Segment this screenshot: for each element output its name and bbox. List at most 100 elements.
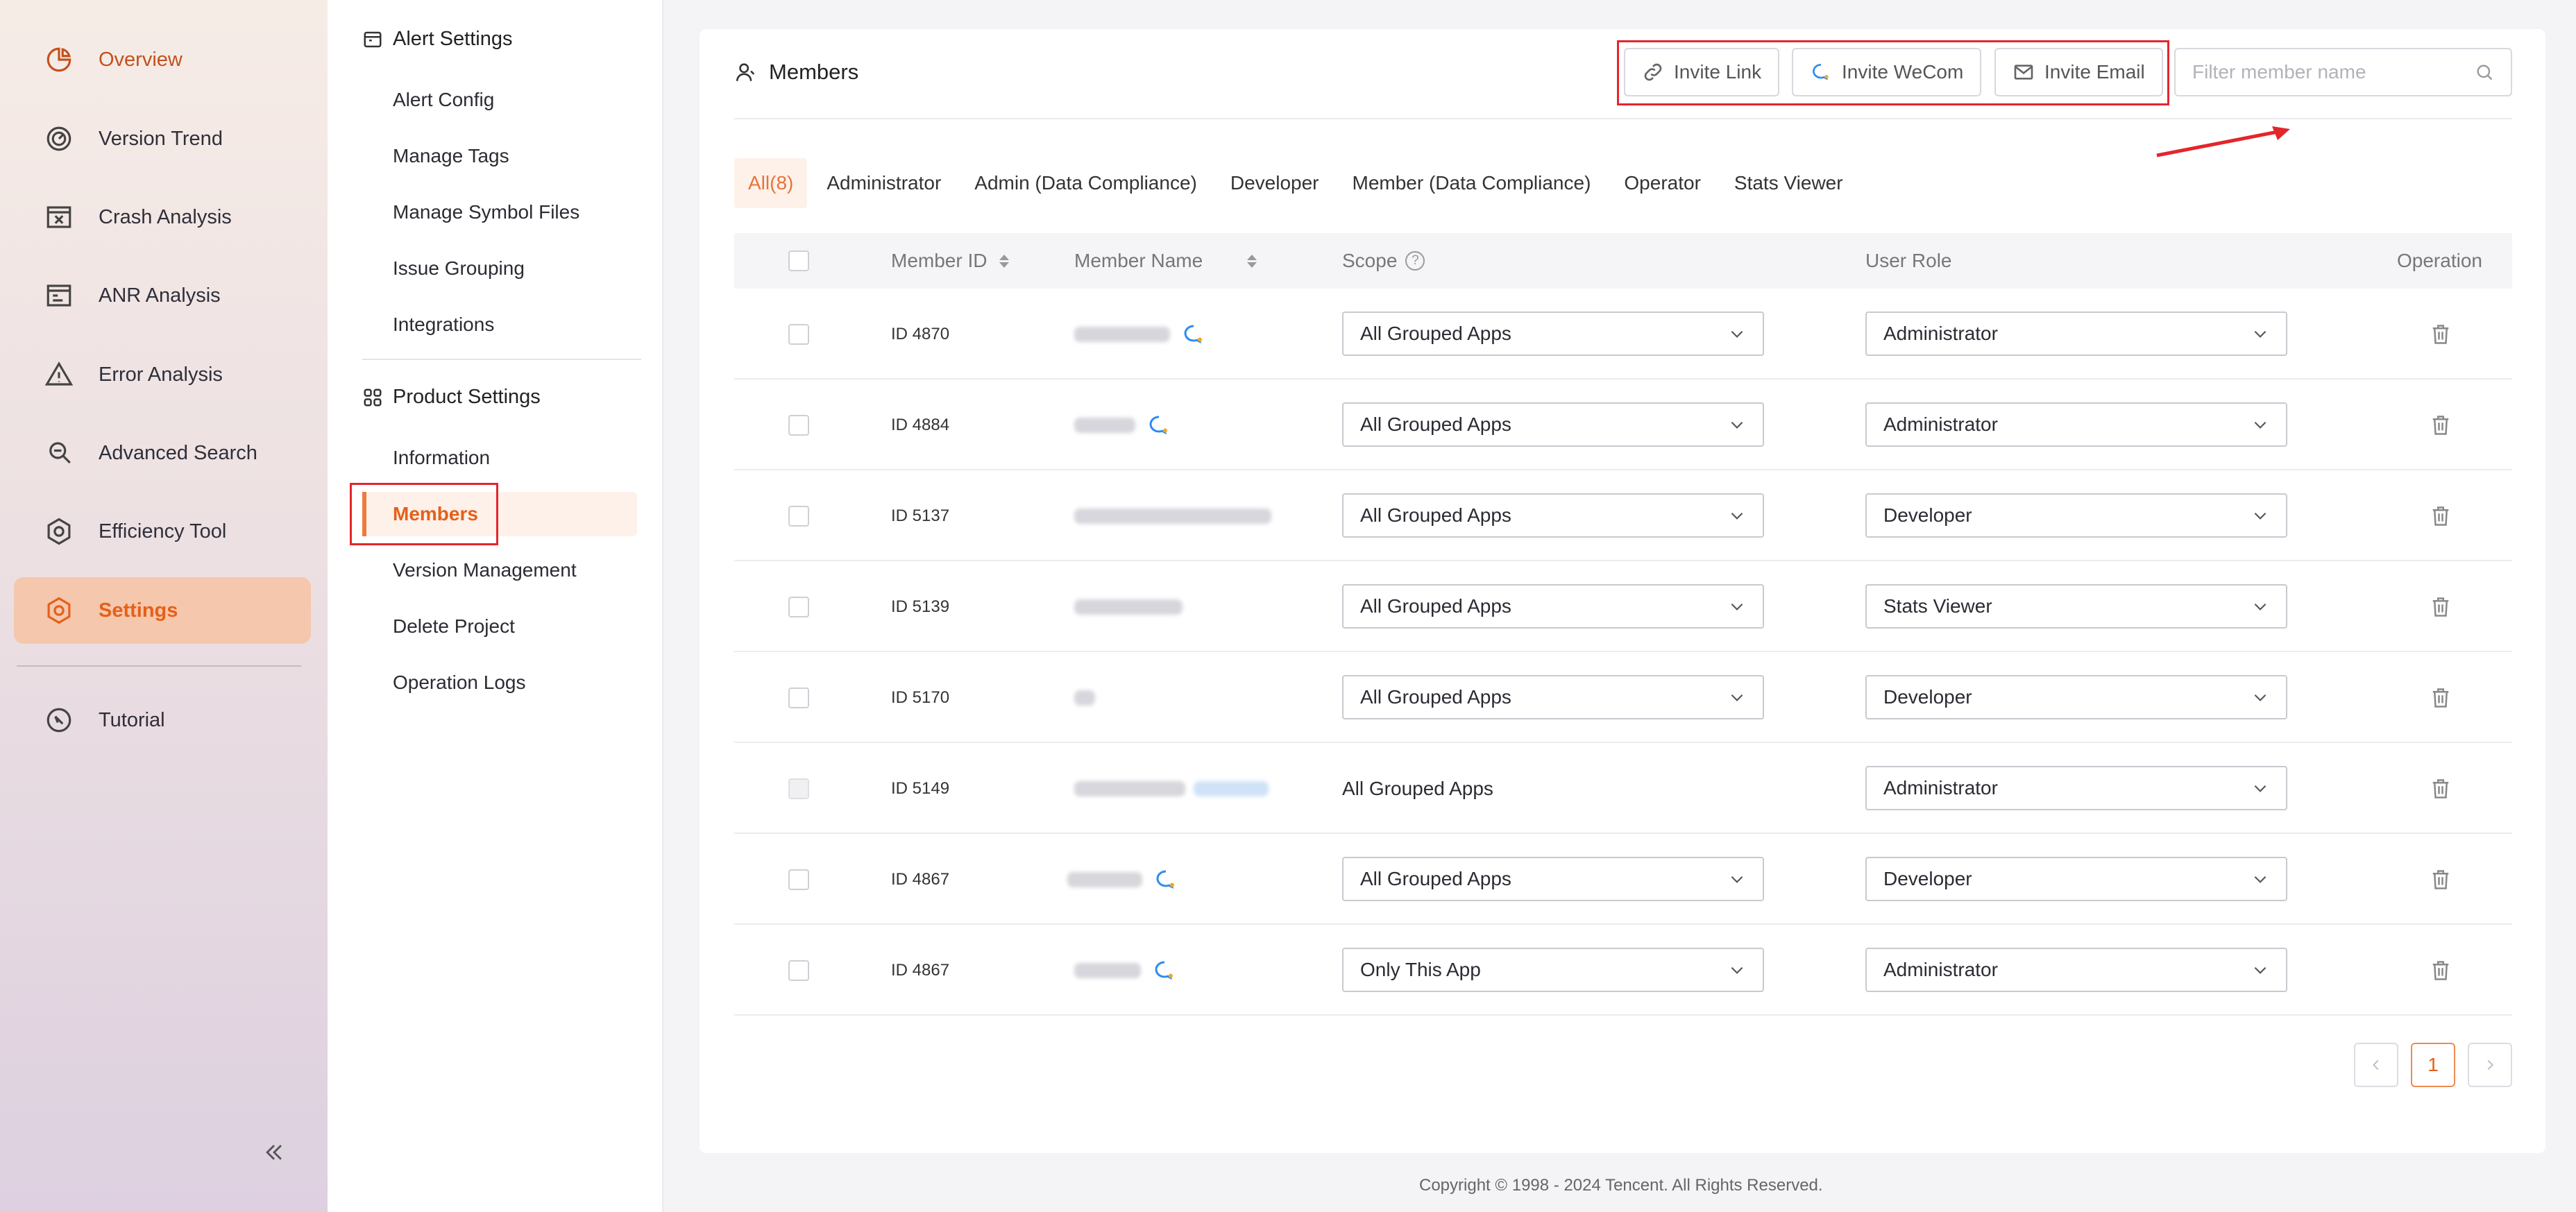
role-select[interactable]: Developer [1865, 857, 2287, 901]
help-icon[interactable]: ? [1405, 251, 1425, 271]
nav-item-tutorial[interactable]: Tutorial [14, 687, 311, 753]
chevron-down-icon [1731, 512, 1743, 520]
submenu-item-delete-project[interactable]: Delete Project [393, 615, 515, 638]
scope-select[interactable]: All Grouped Apps [1342, 402, 1764, 447]
submenu-item-manage-tags[interactable]: Manage Tags [393, 145, 509, 167]
sort-icon[interactable] [999, 254, 1010, 268]
trash-icon[interactable] [2430, 777, 2451, 801]
select-value: Administrator [1883, 323, 1998, 344]
tab-all[interactable]: All(8) [734, 158, 808, 208]
row-checkbox[interactable] [788, 323, 809, 345]
trash-icon[interactable] [2430, 686, 2451, 710]
select-value: Administrator [1883, 413, 1998, 435]
chevron-down-icon [1731, 694, 1743, 701]
chevron-left-icon [2373, 1059, 2379, 1070]
trash-icon[interactable] [2430, 504, 2451, 528]
scope-select[interactable]: All Grouped Apps [1342, 675, 1764, 719]
tab-admin-data-compliance[interactable]: Admin (Data Compliance) [960, 158, 1211, 208]
tab-stats-viewer[interactable]: Stats Viewer [1720, 158, 1857, 208]
row-checkbox[interactable] [788, 959, 809, 981]
scope-select[interactable]: All Grouped Apps [1342, 857, 1764, 901]
col-member-name[interactable]: Member Name [1074, 233, 1257, 289]
member-search[interactable] [2174, 48, 2512, 96]
role-select[interactable]: Stats Viewer [1865, 584, 2287, 629]
row-checkbox[interactable] [788, 505, 809, 527]
nav-item-anr-analysis[interactable]: ANR Analysis [14, 262, 311, 329]
search-icon[interactable] [2475, 62, 2494, 82]
table-row: ID 5170 All Grouped Apps Developer [734, 652, 2512, 743]
member-id: ID 5137 [891, 506, 950, 525]
submenu-item-manage-symbol-files[interactable]: Manage Symbol Files [393, 201, 579, 223]
row-checkbox-cell [788, 743, 809, 834]
role-select[interactable]: Administrator [1865, 948, 2287, 992]
settings-submenu: Alert Settings Alert Config Manage Tags … [328, 0, 663, 1212]
alert-settings-heading: Alert Settings [362, 28, 512, 51]
row-checkbox[interactable] [788, 596, 809, 617]
column-label: Scope [1342, 250, 1398, 271]
collapse-sidebar-icon[interactable] [262, 1141, 286, 1164]
pagination-page-1[interactable]: 1 [2411, 1043, 2455, 1087]
select-all-checkbox[interactable] [788, 250, 809, 271]
submenu-item-issue-grouping[interactable]: Issue Grouping [393, 257, 525, 280]
select-value: All Grouped Apps [1360, 868, 1511, 889]
col-scope: Scope ? [1342, 233, 1425, 289]
nav-label: Settings [99, 599, 178, 622]
select-value: Only This App [1360, 959, 1481, 980]
select-value: Developer [1883, 868, 1972, 889]
trash-icon[interactable] [2430, 959, 2451, 982]
sort-icon[interactable] [1247, 254, 1257, 268]
submenu-item-operation-logs[interactable]: Operation Logs [393, 672, 525, 694]
scope-select[interactable]: All Grouped Apps [1342, 493, 1764, 538]
col-member-id[interactable]: Member ID [891, 233, 1010, 289]
gear-hex-icon [43, 515, 75, 547]
nav-item-crash-analysis[interactable]: Crash Analysis [14, 184, 311, 250]
pagination-next-button[interactable] [2468, 1043, 2512, 1087]
heading-label: Alert Settings [393, 28, 513, 50]
table-header: Member ID Member Name Scope ? User Role … [734, 233, 2512, 289]
chevron-down-icon [2254, 512, 2266, 520]
nav-item-version-trend[interactable]: Version Trend [14, 105, 311, 172]
row-checkbox[interactable] [788, 414, 809, 436]
submenu-item-version-management[interactable]: Version Management [393, 559, 577, 581]
nav-item-settings[interactable]: Settings [14, 577, 311, 644]
tab-developer[interactable]: Developer [1217, 158, 1333, 208]
row-checkbox-cell [788, 561, 809, 652]
role-select[interactable]: Administrator [1865, 311, 2287, 356]
trash-icon[interactable] [2430, 323, 2451, 346]
col-operation: Operation [2397, 233, 2482, 289]
redacted-name [1074, 508, 1271, 524]
redacted-name [1067, 871, 1142, 887]
row-checkbox-cell [788, 470, 809, 561]
role-select[interactable]: Administrator [1865, 766, 2287, 810]
row-checkbox[interactable] [788, 869, 809, 890]
redacted-name [1194, 780, 1269, 796]
scope-select[interactable]: All Grouped Apps [1342, 311, 1764, 356]
member-search-input[interactable] [2192, 61, 2456, 83]
nav-item-error-analysis[interactable]: Error Analysis [14, 341, 311, 408]
tab-operator[interactable]: Operator [1610, 158, 1715, 208]
submenu-item-integrations[interactable]: Integrations [393, 314, 494, 336]
trash-icon[interactable] [2430, 595, 2451, 619]
nav-item-advanced-search[interactable]: Advanced Search [14, 420, 311, 486]
role-select[interactable]: Developer [1865, 675, 2287, 719]
copyright-footer: Copyright © 1998 - 2024 Tencent. All Rig… [1419, 1176, 1823, 1195]
wecom-icon [1184, 325, 1202, 343]
nav-label: Advanced Search [99, 441, 257, 464]
nav-item-efficiency-tool[interactable]: Efficiency Tool [14, 498, 311, 565]
scope-select[interactable]: All Grouped Apps [1342, 584, 1764, 629]
submenu-item-alert-config[interactable]: Alert Config [393, 89, 494, 111]
submenu-item-information[interactable]: Information [393, 447, 490, 469]
nav-label: Crash Analysis [99, 205, 232, 228]
settings-icon [43, 595, 75, 626]
scope-select[interactable]: Only This App [1342, 948, 1764, 992]
role-select[interactable]: Administrator [1865, 402, 2287, 447]
tab-member-data-compliance[interactable]: Member (Data Compliance) [1339, 158, 1605, 208]
row-checkbox[interactable] [788, 687, 809, 708]
trash-icon[interactable] [2430, 868, 2451, 891]
table-row: ID 5139 All Grouped Apps Stats Viewer [734, 561, 2512, 652]
role-select[interactable]: Developer [1865, 493, 2287, 538]
tab-administrator[interactable]: Administrator [813, 158, 955, 208]
nav-item-overview[interactable]: Overview [14, 26, 311, 93]
trash-icon[interactable] [2430, 413, 2451, 437]
pagination-prev-button[interactable] [2354, 1043, 2398, 1087]
